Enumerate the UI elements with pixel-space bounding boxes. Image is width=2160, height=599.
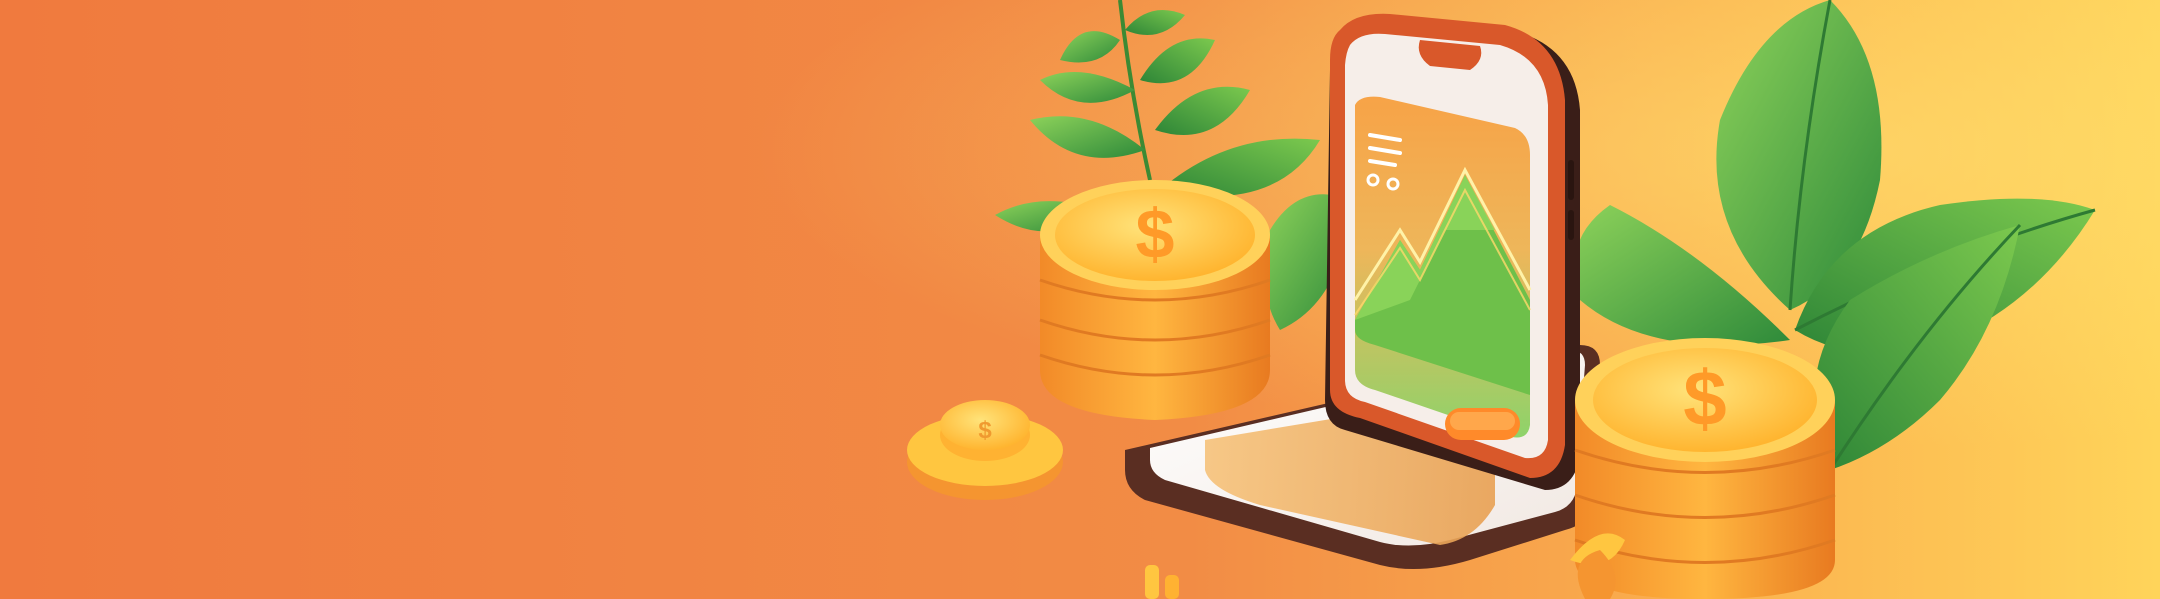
smartphone-icon [1325,13,1580,490]
svg-text:$: $ [1683,354,1726,442]
illustration-canvas: $ $ $ [0,0,2160,599]
dollar-coin-stack-icon: $ [1574,338,1836,599]
svg-text:$: $ [978,417,992,444]
svg-text:$: $ [1136,195,1175,273]
fintech-savings-illustration: $ $ $ [0,0,2160,599]
dollar-coin-stack-icon: $ [1039,180,1271,420]
